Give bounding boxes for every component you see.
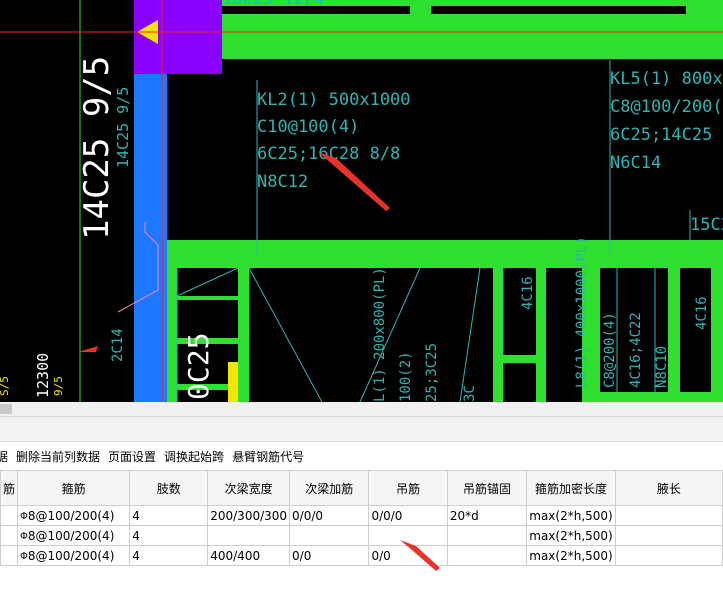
scrollbar-thumb[interactable]	[0, 404, 12, 414]
toolbar-item-partial[interactable]: 据	[0, 448, 12, 465]
table-cell[interactable]	[0, 505, 19, 526]
table-cell[interactable]: Φ8@100/200(4)	[17, 545, 131, 566]
l8-name-label: L8(1) 400x1000(PL)	[574, 236, 590, 388]
table-cell[interactable]: 4	[129, 525, 209, 546]
mid-3c-label: 3C	[462, 385, 478, 402]
table-cell[interactable]: 0/0/0	[368, 505, 448, 526]
table-cell[interactable]: 400/400	[207, 545, 291, 566]
page-setup-button[interactable]: 页面设置	[104, 448, 160, 465]
table-cell[interactable]: 4	[129, 545, 209, 566]
table-cell[interactable]	[207, 525, 291, 546]
table-cell[interactable]	[614, 525, 723, 546]
rebar-grade-icon: Φ	[20, 530, 28, 542]
kl2-stirrup-label: C10@100(4)	[257, 117, 359, 137]
beam-rebar-table: 筋 箍筋 肢数 次梁宽度 次梁加筋 吊筋 吊筋锚固 箍筋加密长度 腋长 Φ8@1…	[0, 470, 723, 566]
kl2-side-label: N8C12	[257, 172, 308, 192]
table-cell[interactable]: Φ8@100/200(4)	[17, 505, 131, 526]
l8-side-label: N8C10	[654, 346, 670, 388]
table-cell[interactable]: 0/0	[289, 545, 370, 566]
mid-pl-label: L(1) 200x800(PL)	[372, 267, 388, 402]
table-red-arrow-icon	[400, 540, 440, 571]
bottom-panel: 据 删除当前列数据 页面设置 调换起始跨 悬臂钢筋代号 筋 箍筋 肢数 次梁宽度…	[0, 402, 723, 589]
column-header[interactable]: 筋	[0, 470, 19, 506]
table-cell[interactable]: 0/0/0	[289, 505, 370, 526]
rebar-grade-icon: Φ	[20, 510, 28, 522]
swap-start-span-button[interactable]: 调换起始跨	[160, 448, 228, 465]
top-partial-label: 10C25 12/4	[222, 0, 324, 9]
table-cell[interactable]: max(2*h,500)	[526, 525, 616, 546]
table-cell[interactable]: 4	[129, 505, 209, 526]
kl5-stirrup-label: C8@100/200(6	[610, 97, 723, 117]
right-4c16-label: 4C16	[694, 296, 710, 330]
table-header-row: 筋 箍筋 肢数 次梁宽度 次梁加筋 吊筋 吊筋锚固 箍筋加密长度 腋长	[0, 470, 723, 506]
table-row: Φ8@100/200(4) 4 200/300/300 0/0/0 0/0/0 20*d m…	[0, 505, 723, 526]
column-header[interactable]: 箍筋	[17, 470, 131, 506]
right-15c-label: 15C2	[690, 215, 723, 235]
table-cell[interactable]	[446, 525, 528, 546]
table-cell[interactable]: 200/300/300	[207, 505, 291, 526]
dimension-sub-label: 9/5	[52, 376, 65, 396]
l8-bars-label: 4C16;4C22	[628, 312, 644, 388]
delete-column-data-button[interactable]: 删除当前列数据	[12, 448, 104, 465]
beam-top-post	[410, 0, 431, 14]
column-rebar-small-label: 14C25 9/5	[114, 87, 132, 168]
column-rebar-large-label: 14C25 9/5	[77, 56, 117, 240]
column-header[interactable]: 次梁加筋	[289, 470, 370, 506]
table-cell[interactable]: Φ8@100/200(4)	[17, 525, 131, 546]
column-header[interactable]: 吊筋	[368, 470, 448, 506]
table-toolbar: 据 删除当前列数据 页面设置 调换起始跨 悬臂钢筋代号	[0, 442, 723, 470]
column-header[interactable]: 腋长	[614, 470, 723, 506]
cad-drawing-canvas[interactable]: KL2(1) 500x1000 C10@100(4) 6C25;16C28 8/…	[0, 0, 723, 402]
table-cell[interactable]: 20*d	[446, 505, 528, 526]
mid-25-label: 25;3C25	[424, 343, 440, 402]
kl5-side-label: N6C14	[610, 153, 661, 173]
table-cell[interactable]	[289, 525, 370, 546]
beam-kl2	[167, 240, 723, 268]
column-header[interactable]: 次梁宽度	[207, 470, 291, 506]
panel-header-bar	[0, 417, 723, 442]
table-cell[interactable]	[0, 545, 19, 566]
table-row: Φ8@100/200(4) 4 max(2*h,500)	[0, 525, 723, 546]
column-c25-label: 0C25	[182, 333, 215, 400]
table-cell[interactable]	[614, 505, 723, 526]
v-4c16-label: 4C16	[520, 276, 536, 310]
table-cell[interactable]: max(2*h,500)	[526, 505, 616, 526]
table-cell[interactable]	[614, 545, 723, 566]
column-header[interactable]: 肢数	[129, 470, 209, 506]
beam-kl-upper	[222, 14, 723, 59]
l8-stirrup-label: C8@200(4)	[602, 312, 618, 388]
beam-top-right	[686, 0, 723, 14]
horizontal-scrollbar[interactable]	[0, 402, 723, 417]
kl5-bars-label: 6C25;14C25	[610, 125, 712, 145]
left-vertical-label: S/5	[0, 376, 11, 396]
beam-top-strip-2	[431, 0, 686, 6]
left-2c14-label: 2C14	[110, 328, 126, 362]
mid-100-label: 100(2)	[398, 351, 414, 402]
table-cell[interactable]	[446, 545, 528, 566]
cantilever-rebar-code-button[interactable]: 悬臂钢筋代号	[228, 448, 308, 465]
column-header[interactable]: 吊筋锚固	[446, 470, 528, 506]
table-cell[interactable]: max(2*h,500)	[526, 545, 616, 566]
kl5-name-label: KL5(1) 800x70	[610, 69, 723, 89]
kl2-name-label: KL2(1) 500x1000	[257, 90, 411, 110]
dimension-12300-label: 12300	[34, 353, 52, 398]
column-header[interactable]: 箍筋加密长度	[526, 470, 616, 506]
rebar-grade-icon: Φ	[20, 550, 28, 562]
table-row: Φ8@100/200(4) 4 400/400 0/0 0/0 max(2*h,500)	[0, 545, 723, 566]
table-cell[interactable]	[0, 525, 19, 546]
